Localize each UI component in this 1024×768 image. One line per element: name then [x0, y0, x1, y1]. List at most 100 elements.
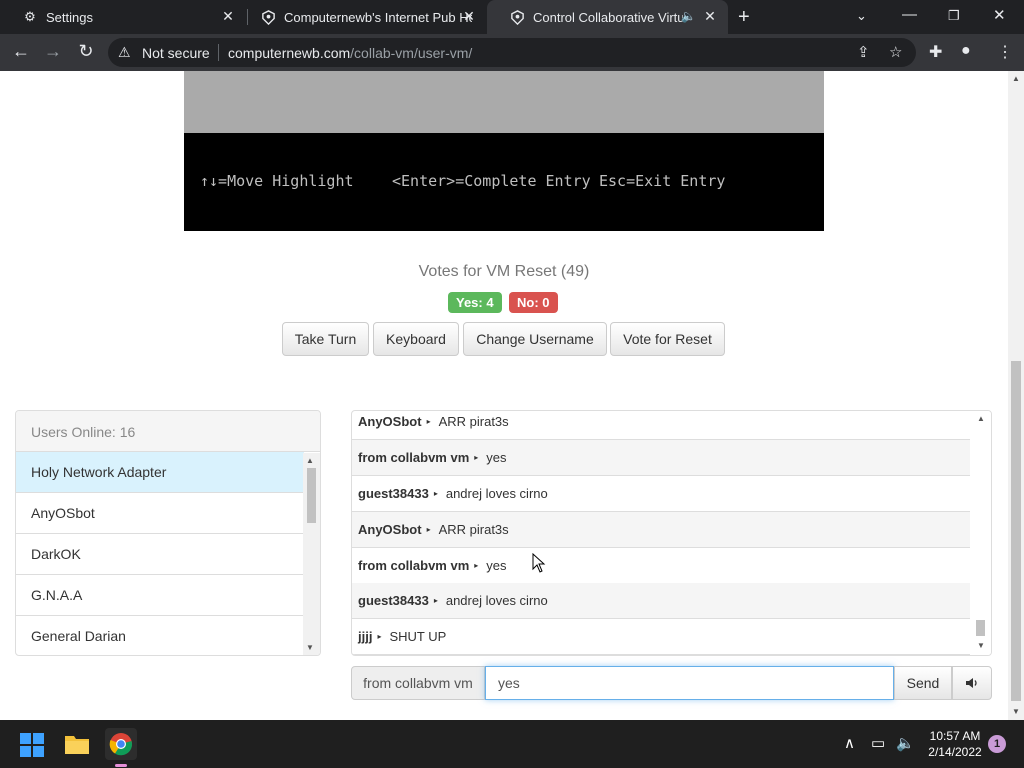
toolbar: ← → ↻ ⚠ Not secure computernewb.com/coll…: [0, 34, 1024, 71]
chat-text: andrej loves cirno: [445, 593, 548, 608]
chevron-down-icon[interactable]: ⌄: [856, 8, 867, 24]
address-bar[interactable]: ⚠ Not secure computernewb.com/collab-vm/…: [108, 38, 916, 67]
chat-scrollbar[interactable]: ▲ ▼: [971, 411, 991, 655]
vm-display[interactable]: ↑↓=Move Highlight <Enter>=Complete Entry…: [184, 71, 824, 231]
reload-icon[interactable]: ↻: [75, 41, 97, 62]
chat-username: jjjj: [358, 629, 373, 644]
volume-tray-icon[interactable]: 🔈: [896, 734, 915, 752]
vm-help-esc: Esc=Exit Entry: [599, 172, 726, 190]
user-list-item[interactable]: DarkOK: [16, 534, 304, 575]
chat-username: AnyOSbot: [358, 414, 422, 429]
start-tile: [33, 746, 44, 757]
chrome-icon[interactable]: [105, 728, 137, 760]
active-app-indicator: [115, 764, 127, 767]
user-list-item[interactable]: AnyOSbot: [16, 493, 304, 534]
scroll-down-icon[interactable]: ▼: [1012, 707, 1020, 716]
share-icon[interactable]: ⇪: [857, 43, 870, 61]
tab-collabvm[interactable]: Control Collaborative Virtual 🔈 ✕: [487, 0, 728, 34]
users-scroll-thumb[interactable]: [307, 468, 316, 523]
close-icon[interactable]: ✕: [461, 8, 477, 25]
scroll-up-icon[interactable]: ▲: [306, 456, 314, 465]
vm-help-move: ↑↓=Move Highlight: [200, 172, 354, 190]
warning-icon[interactable]: ⚠: [118, 44, 131, 61]
security-label[interactable]: Not secure: [142, 45, 210, 61]
back-arrow-icon[interactable]: ←: [10, 41, 32, 62]
chat-text: yes: [486, 558, 507, 573]
scroll-down-icon[interactable]: ▼: [306, 643, 314, 652]
new-tab-plus-icon[interactable]: +: [738, 6, 750, 29]
forward-arrow-icon[interactable]: →: [42, 41, 64, 62]
users-online-header: Users Online: 16: [16, 411, 320, 452]
chat-message: AnyOSbot ▸ ARR pirat3s: [352, 512, 970, 548]
clock[interactable]: 10:57 AM 2/14/2022: [918, 728, 992, 760]
chat-input[interactable]: [485, 666, 894, 700]
take-turn-button[interactable]: Take Turn: [282, 322, 369, 356]
caret-right-icon: ▸: [474, 453, 479, 462]
start-tile: [20, 733, 31, 744]
user-list-item[interactable]: Holy Network Adapter: [16, 452, 304, 493]
tab-title: Control Collaborative Virtual: [533, 9, 683, 25]
vm-help-enter: <Enter>=Complete Entry: [392, 172, 591, 190]
profile-icon[interactable]: ●: [961, 42, 971, 60]
file-explorer-icon[interactable]: [61, 728, 93, 760]
speaker-icon[interactable]: 🔈: [681, 9, 696, 23]
tab-pub-house[interactable]: Computernewb's Internet Pub Ho ✕: [238, 0, 487, 34]
chat-panel: AnyOSbot ▸ ARR pirat3s from collabvm vm ▸ ye…: [351, 410, 992, 656]
send-button[interactable]: Send: [894, 666, 952, 700]
network-icon[interactable]: ▭: [871, 734, 885, 752]
change-username-button[interactable]: Change Username: [463, 322, 607, 356]
vm-bios-panel: [184, 71, 824, 133]
chat-username: from collabvm vm: [358, 450, 470, 465]
tab-strip: ⚙ Settings ✕ Computernewb's Internet Pub…: [0, 0, 1024, 34]
tab-settings[interactable]: ⚙ Settings ✕: [0, 0, 246, 34]
scroll-down-icon[interactable]: ▼: [977, 641, 985, 650]
users-panel: Users Online: 16 Holy Network Adapter An…: [15, 410, 321, 656]
chat-scroll-thumb[interactable]: [976, 620, 985, 636]
caret-right-icon: ▸: [426, 525, 431, 534]
caret-right-icon: ▸: [377, 632, 382, 641]
web-page: ↑↓=Move Highlight <Enter>=Complete Entry…: [0, 71, 1008, 720]
close-icon[interactable]: ✕: [702, 8, 718, 25]
chat-username: from collabvm vm: [358, 558, 470, 573]
user-list-item[interactable]: G.N.A.A: [16, 575, 304, 616]
notification-badge[interactable]: 1: [988, 735, 1006, 753]
chat-message: jjjj ▸ SHUT UP: [352, 619, 970, 655]
close-window-icon[interactable]: ✕: [993, 6, 1006, 24]
restore-icon[interactable]: ❐: [948, 8, 960, 24]
windows-start-icon[interactable]: [20, 733, 44, 757]
url-host: computernewb.com: [228, 45, 351, 61]
start-tile: [20, 746, 31, 757]
extensions-icon[interactable]: ✚: [929, 42, 942, 62]
keyboard-button[interactable]: Keyboard: [373, 322, 459, 356]
url-text[interactable]: computernewb.com/collab-vm/user-vm/: [228, 45, 472, 61]
menu-dots-icon[interactable]: ⋮: [997, 42, 1013, 62]
page-scroll-thumb[interactable]: [1011, 361, 1021, 701]
volume-icon[interactable]: [952, 666, 992, 700]
chat-username: AnyOSbot: [358, 522, 422, 537]
url-path: /collab-vm/user-vm/: [350, 45, 473, 61]
vote-reset-button[interactable]: Vote for Reset: [610, 322, 725, 356]
page-scrollbar[interactable]: ▲ ▼: [1008, 71, 1024, 720]
scroll-up-icon[interactable]: ▲: [1012, 74, 1020, 83]
caret-right-icon: ▸: [433, 489, 438, 498]
chevron-up-icon[interactable]: ∧: [844, 734, 855, 752]
users-scrollbar[interactable]: ▲ ▼: [303, 453, 320, 655]
chat-message: AnyOSbot ▸ ARR pirat3s: [352, 411, 970, 440]
chat-message: guest38433 ▸ andrej loves cirno: [352, 583, 970, 619]
collabvm-icon: [260, 9, 276, 25]
vote-yes-badge: Yes: 4: [448, 292, 502, 313]
minimize-icon[interactable]: —: [902, 6, 917, 23]
username-addon: from collabvm vm: [351, 666, 485, 700]
user-list-item[interactable]: General Darian: [16, 616, 304, 655]
scroll-up-icon[interactable]: ▲: [977, 414, 985, 423]
chat-message: from collabvm vm ▸ yes: [352, 440, 970, 476]
caret-right-icon: ▸: [433, 596, 438, 605]
caret-right-icon: ▸: [474, 561, 479, 570]
close-icon[interactable]: ✕: [220, 8, 236, 25]
start-tile: [33, 733, 44, 744]
tab-title: Settings: [46, 9, 93, 25]
chat-message: from collabvm vm ▸ yes: [352, 548, 970, 584]
divider: [218, 44, 219, 61]
taskbar: ∧ ▭ 🔈 10:57 AM 2/14/2022 1: [0, 720, 1024, 768]
star-icon[interactable]: ☆: [889, 43, 902, 61]
